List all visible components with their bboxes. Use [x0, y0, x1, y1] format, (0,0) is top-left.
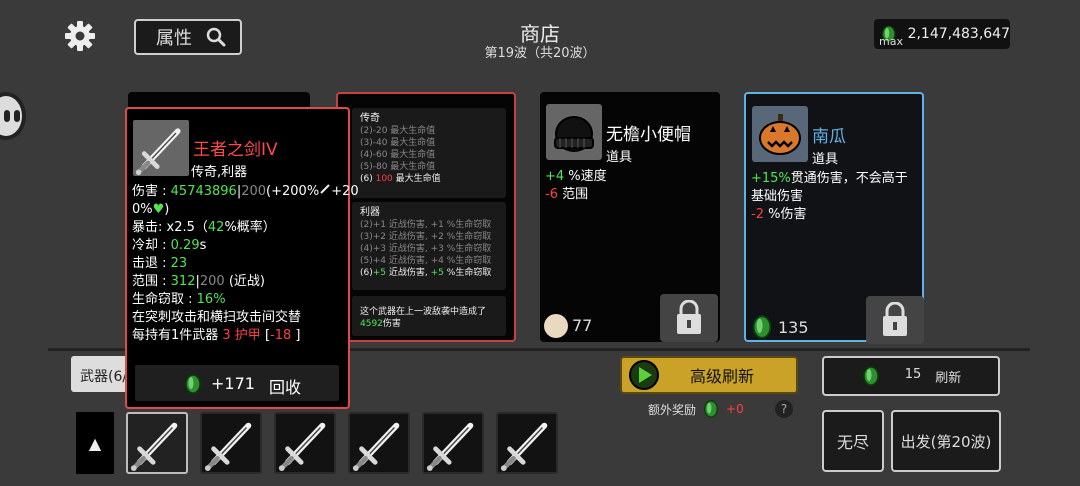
armor-desc: 每持有1件武器 3 护甲 [-18 ]	[132, 328, 301, 343]
item-name: 南瓜	[812, 127, 846, 147]
item-name: 无檐小便帽	[606, 125, 691, 145]
shop-card-3[interactable]: 无檐小便帽 道具 +4 %速度 -6 范围 77	[540, 92, 720, 342]
piggy-bank-icon	[544, 314, 568, 338]
set-line: (2)-20 最大生命值	[360, 126, 436, 136]
padlock-icon	[881, 302, 909, 338]
set-line-active: (6) 100 最大生命值	[360, 174, 441, 184]
coin-icon	[752, 315, 772, 339]
sword-icon	[350, 414, 408, 472]
search-icon	[206, 27, 226, 47]
set-line: (2)+1 近战伤害, +1 %生命窃取	[360, 220, 492, 230]
item-price: 77	[572, 316, 593, 335]
coin-icon	[185, 374, 201, 394]
item-price: 135	[778, 318, 809, 337]
knockback-stat: 击退 : 23	[132, 256, 188, 271]
lifesteal-stat: 生命窃取 : 16%	[132, 292, 226, 307]
padlock-icon	[675, 300, 703, 336]
set-line-active: (6)+5 近战伤害, +5 %生命窃取	[360, 268, 492, 278]
set-line: (3)+2 近战伤害, +2 %生命窃取	[360, 232, 492, 242]
character-avatar-icon[interactable]	[0, 92, 26, 140]
attributes-label: 属性	[156, 28, 192, 49]
damage-dealt-note: 这个武器在上一波敌袭中造成了4592伤害	[352, 296, 506, 336]
set-line: (5)-80 最大生命值	[360, 162, 436, 172]
weapon-tags: 传奇,利器	[191, 165, 248, 180]
item-type: 道具	[606, 150, 633, 165]
weapon-desc: 在突刺攻击和横扫攻击间交替	[132, 310, 302, 325]
wave-indicator: 第19波（共20波）	[484, 46, 596, 61]
sword-small-icon	[320, 184, 330, 194]
collapse-button[interactable]: ▲	[76, 412, 114, 474]
endless-button[interactable]: 无尽	[822, 410, 884, 472]
lock-button[interactable]	[866, 296, 924, 344]
coin-icon	[862, 366, 879, 386]
weapon-slot[interactable]	[126, 412, 188, 474]
coin-icon	[704, 400, 718, 418]
sword-icon	[133, 120, 189, 176]
heart-icon: ♥	[152, 202, 165, 217]
weapons-tab[interactable]: 武器(6/	[71, 356, 131, 392]
refresh-label: 15 刷新	[904, 366, 962, 386]
set-line: (5)+4 近战伤害, +4 %生命窃取	[360, 256, 492, 266]
gear-icon	[65, 21, 95, 51]
gold-amount: 2,147,483,647	[907, 26, 1010, 42]
set-title-legendary: 传奇	[360, 113, 380, 124]
damage-stat-cont: 0%♥)	[132, 202, 170, 217]
premium-refresh-label: 高级刷新	[690, 367, 755, 386]
recycle-button[interactable]: +171 回收	[135, 365, 339, 401]
extra-reward: 额外奖励 +0	[648, 400, 744, 418]
weapon-tooltip: 王者之剑IV 传奇,利器 伤害 : 45743896|200(+200% +20 …	[125, 107, 359, 409]
attributes-button[interactable]: 属性	[134, 19, 242, 55]
refresh-button[interactable]: 15 刷新	[822, 356, 1000, 396]
sword-icon	[424, 414, 482, 472]
set-line: (4)-60 最大生命值	[360, 150, 436, 160]
weapon-slot[interactable]	[496, 412, 558, 474]
damage-stat: 伤害 : 45743896|200(+200% +20	[132, 184, 359, 199]
recycle-value: +171	[211, 374, 255, 393]
weapon-slot[interactable]	[348, 412, 410, 474]
weapon-name: 王者之剑IV	[193, 140, 278, 160]
sword-icon	[276, 414, 334, 472]
sword-icon	[202, 414, 260, 472]
set-bonus-sharp: 利器 (2)+1 近战伤害, +1 %生命窃取 (3)+2 近战伤害, +2 %…	[352, 202, 506, 290]
item-stats: +4 %速度 -6 范围	[545, 169, 607, 202]
help-button[interactable]: ?	[775, 400, 793, 418]
premium-refresh-button[interactable]: 高级刷新	[620, 356, 798, 394]
crit-stat: 暴击: x2.5（42%概率）	[132, 220, 276, 235]
set-bonus-legendary: 传奇 (2)-20 最大生命值 (3)-40 最大生命值 (4)-60 最大生命…	[352, 108, 506, 198]
play-icon	[629, 360, 659, 390]
pumpkin-icon	[752, 106, 808, 162]
settings-button[interactable]	[64, 20, 96, 52]
recycle-label: 回收	[269, 378, 302, 397]
set-line: (4)+3 近战伤害, +3 %生命窃取	[360, 244, 492, 254]
cooldown-stat: 冷却 : 0.29s	[132, 238, 207, 253]
range-stat: 范围 : 312|200 (近战)	[132, 274, 265, 289]
weapon-slot[interactable]	[422, 412, 484, 474]
lock-button[interactable]	[660, 294, 718, 342]
go-button[interactable]: 出发(第20波)	[891, 410, 1001, 472]
weapon-slot[interactable]	[274, 412, 336, 474]
gold-max-label: max	[879, 35, 903, 48]
item-stats: +15%贯通伤害，不会高于 基础伤害 -2 %伤害	[751, 171, 908, 222]
sword-icon	[498, 414, 556, 472]
shop-card-4[interactable]: 南瓜 道具 +15%贯通伤害，不会高于 基础伤害 -2 %伤害 135	[744, 92, 924, 344]
weapon-slot[interactable]	[200, 412, 262, 474]
sword-icon	[128, 414, 186, 472]
set-line: (3)-40 最大生命值	[360, 138, 436, 148]
beanie-icon	[546, 104, 602, 160]
item-type: 道具	[812, 152, 839, 167]
set-title-sharp: 利器	[360, 207, 380, 218]
